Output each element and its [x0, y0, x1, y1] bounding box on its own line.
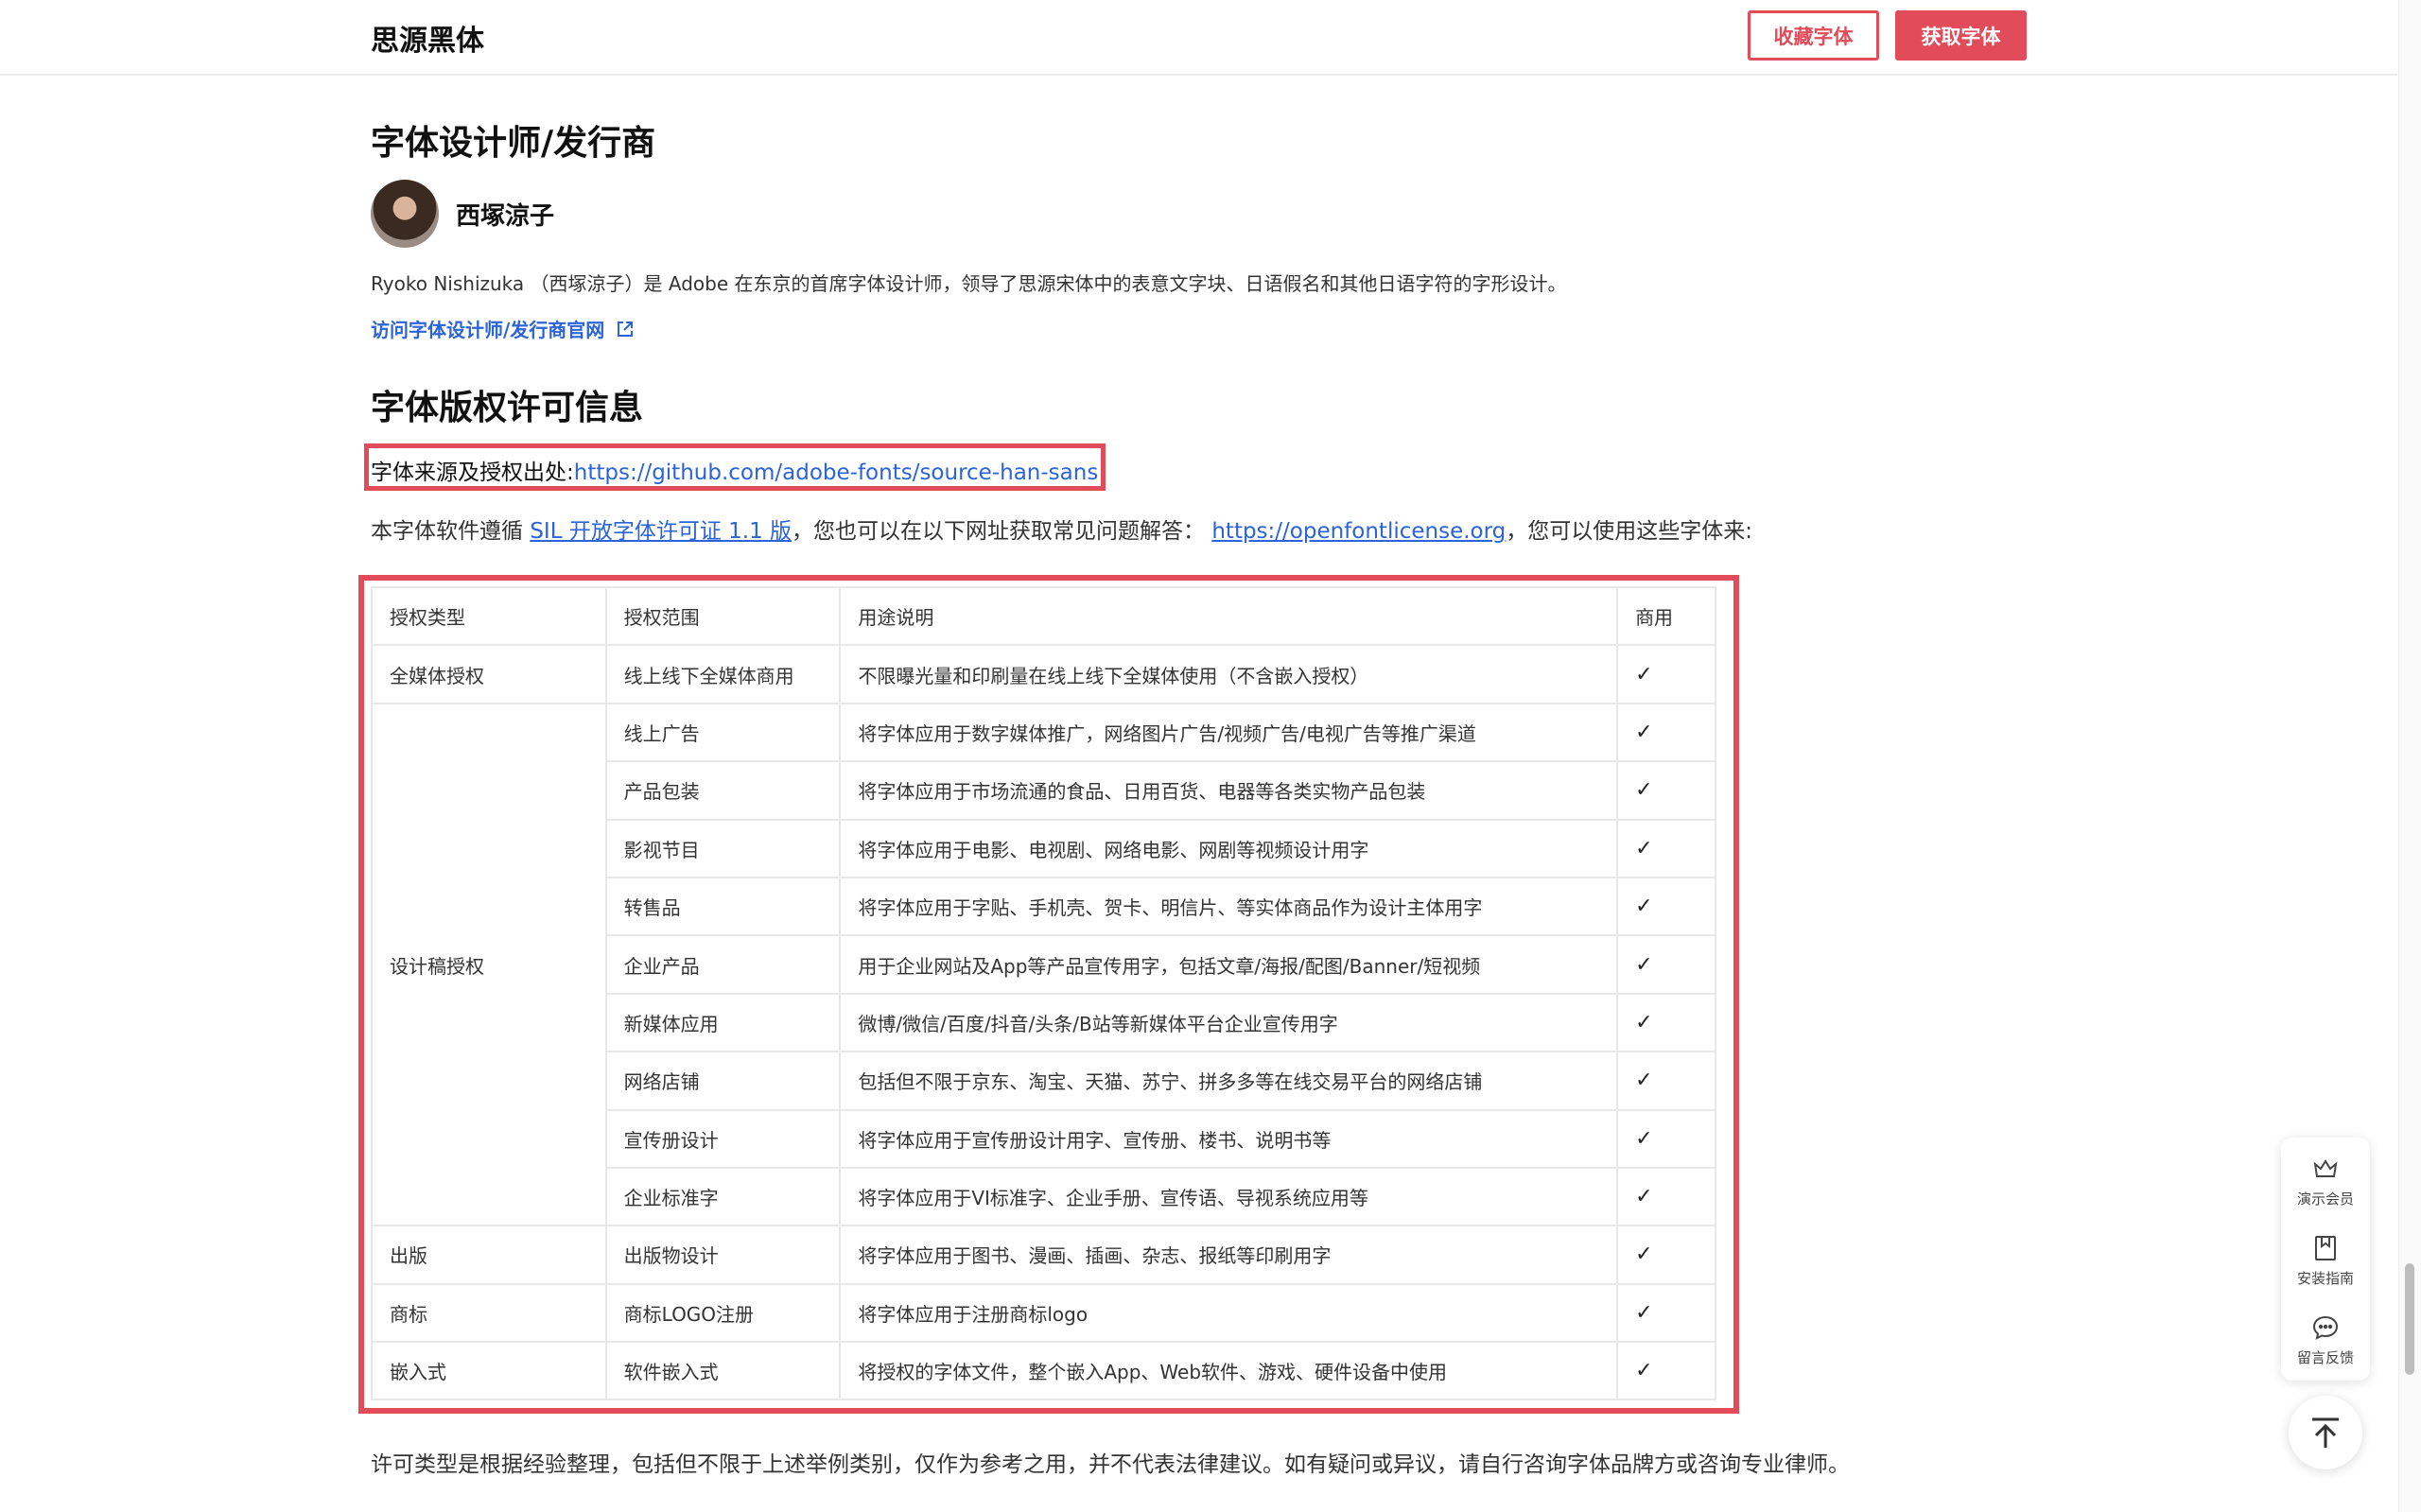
desc-cell: 将字体应用于图书、漫画、插画、杂志、报纸等印刷用字: [839, 1225, 1619, 1285]
top-bar: 思源黑体 收藏字体 获取字体: [0, 0, 2397, 76]
vip-button[interactable]: 演示会员: [2281, 1143, 2370, 1219]
back-to-top-button[interactable]: [2289, 1396, 2362, 1469]
license-table: 授权类型 授权范围 用途说明 商用 全媒体授权 线上线下全媒体商用 不限曝光量和…: [371, 585, 1716, 1401]
designer-link-label: 访问字体设计师/发行商官网: [371, 319, 605, 341]
external-link-icon: [618, 321, 634, 337]
check-cell: ✓: [1616, 876, 1716, 937]
floating-tool-panel: 演示会员 安装指南 留言反馈: [2281, 1138, 2370, 1381]
feedback-button[interactable]: 留言反馈: [2281, 1302, 2370, 1378]
sil-license-link[interactable]: SIL 开放字体许可证 1.1 版: [530, 519, 792, 544]
desc-cell: 将字体应用于注册商标logo: [839, 1282, 1619, 1344]
bookmark-icon: [2315, 1235, 2336, 1260]
license-text-3: ，您可以使用这些字体来:: [1506, 519, 1753, 544]
source-url-link[interactable]: https://github.com/adobe-fonts/source-ha…: [574, 461, 1099, 485]
scope-cell: 转售品: [604, 876, 842, 937]
scope-cell: 网络店铺: [604, 1051, 842, 1111]
install-guide-label: 安装指南: [2296, 1269, 2354, 1287]
header-commercial: 商用: [1616, 585, 1716, 647]
header-license-scope: 授权范围: [604, 585, 842, 647]
vip-label: 演示会员: [2296, 1190, 2354, 1208]
check-cell: ✓: [1616, 644, 1716, 704]
scope-cell: 线上广告: [604, 702, 842, 763]
check-cell: ✓: [1616, 1282, 1716, 1344]
faq-link[interactable]: https://openfontlicense.org: [1211, 519, 1506, 544]
desc-cell: 将字体应用于市场流通的食品、日用百货、电器等各类实物产品包装: [839, 760, 1619, 821]
check-cell: ✓: [1616, 760, 1716, 821]
group-cell: 全媒体授权: [371, 644, 607, 704]
table-row: 出版 出版物设计 将字体应用于图书、漫画、插画、杂志、报纸等印刷用字 ✓: [371, 1225, 1716, 1285]
chat-icon: [2312, 1315, 2339, 1340]
designer-heading: 字体设计师/发行商: [371, 124, 656, 163]
source-line: 字体来源及授权出处:https://github.com/adobe-fonts…: [371, 454, 1098, 486]
license-heading: 字体版权许可信息: [371, 389, 644, 427]
group-cell: 设计稿授权: [371, 702, 607, 1227]
desc-cell: 将授权的字体文件，整个嵌入App、Web软件、游戏、硬件设备中使用: [839, 1341, 1619, 1401]
scope-cell: 宣传册设计: [604, 1108, 842, 1169]
crown-icon: [2313, 1158, 2338, 1177]
header-license-type: 授权类型: [371, 585, 607, 647]
table-row: 嵌入式 软件嵌入式 将授权的字体文件，整个嵌入App、Web软件、游戏、硬件设备…: [371, 1341, 1716, 1401]
scope-cell: 企业产品: [604, 934, 842, 995]
scope-cell: 影视节目: [604, 818, 842, 878]
collect-font-button[interactable]: 收藏字体: [1748, 10, 1879, 61]
designer-name: 西塚涼子: [456, 202, 555, 231]
license-text-2: ，您也可以在以下网址获取常见问题解答：: [792, 519, 1206, 544]
scope-cell: 新媒体应用: [604, 992, 842, 1053]
scope-cell: 出版物设计: [604, 1225, 842, 1285]
feedback-label: 留言反馈: [2296, 1348, 2354, 1366]
check-cell: ✓: [1616, 1108, 1716, 1169]
desc-cell: 用于企业网站及App等产品宣传用字，包括文章/海报/配图/Banner/短视频: [839, 934, 1619, 995]
group-cell: 出版: [371, 1225, 607, 1285]
desc-cell: 将字体应用于VI标准字、企业手册、宣传语、导视系统应用等: [839, 1166, 1619, 1227]
check-cell: ✓: [1616, 1166, 1716, 1227]
desc-cell: 将字体应用于电影、电视剧、网络电影、网剧等视频设计用字: [839, 818, 1619, 878]
arrow-up-icon: [2312, 1417, 2339, 1448]
scope-cell: 企业标准字: [604, 1166, 842, 1227]
install-guide-button[interactable]: 安装指南: [2281, 1223, 2370, 1298]
check-cell: ✓: [1616, 818, 1716, 878]
site-title: 思源黑体: [371, 25, 484, 58]
disclaimer-text: 许可类型是根据经验整理，包括但不限于上述举例类别，仅作为参考之用，并不代表法律建…: [371, 1452, 1850, 1477]
designer-description: Ryoko Nishizuka （西塚涼子）是 Adobe 在东京的首席字体设计…: [371, 272, 1567, 295]
designer-avatar: [371, 180, 439, 248]
check-cell: ✓: [1616, 934, 1716, 995]
table-row: 设计稿授权 线上广告 将字体应用于数字媒体推广，网络图片广告/视频广告/电视广告…: [371, 702, 1716, 1227]
header-usage: 用途说明: [839, 585, 1619, 647]
table-header-row: 授权类型 授权范围 用途说明 商用: [371, 585, 1716, 647]
check-cell: ✓: [1616, 992, 1716, 1053]
check-cell: ✓: [1616, 1341, 1716, 1401]
license-text-1: 本字体软件遵循: [371, 519, 523, 544]
check-cell: ✓: [1616, 702, 1716, 763]
group-cell: 商标: [371, 1282, 607, 1344]
source-prefix: 字体来源及授权出处:: [371, 461, 574, 485]
license-line: 本字体软件遵循 SIL 开放字体许可证 1.1 版，您也可以在以下网址获取常见问…: [371, 513, 1752, 545]
scope-cell: 产品包装: [604, 760, 842, 821]
desc-cell: 微博/微信/百度/抖音/头条/B站等新媒体平台企业宣传用字: [839, 992, 1619, 1053]
desc-cell: 不限曝光量和印刷量在线上线下全媒体使用（不含嵌入授权）: [839, 644, 1619, 704]
desc-cell: 包括但不限于京东、淘宝、天猫、苏宁、拼多多等在线交易平台的网络店铺: [839, 1051, 1619, 1111]
check-cell: ✓: [1616, 1225, 1716, 1285]
desc-cell: 将字体应用于数字媒体推广，网络图片广告/视频广告/电视广告等推广渠道: [839, 702, 1619, 763]
scope-cell: 软件嵌入式: [604, 1341, 842, 1401]
scope-cell: 线上线下全媒体商用: [604, 644, 842, 704]
get-font-button[interactable]: 获取字体: [1895, 10, 2027, 61]
designer-website-link[interactable]: 访问字体设计师/发行商官网: [371, 315, 635, 342]
scrollbar-thumb[interactable]: [2405, 1263, 2414, 1375]
desc-cell: 将字体应用于字贴、手机壳、贺卡、明信片、等实体商品作为设计主体用字: [839, 876, 1619, 937]
desc-cell: 将字体应用于宣传册设计用字、宣传册、楼书、说明书等: [839, 1108, 1619, 1169]
table-row: 全媒体授权 线上线下全媒体商用 不限曝光量和印刷量在线上线下全媒体使用（不含嵌入…: [371, 644, 1716, 704]
group-cell: 嵌入式: [371, 1341, 607, 1401]
check-cell: ✓: [1616, 1051, 1716, 1111]
table-row: 商标 商标LOGO注册 将字体应用于注册商标logo ✓: [371, 1282, 1716, 1344]
scope-cell: 商标LOGO注册: [604, 1282, 842, 1344]
